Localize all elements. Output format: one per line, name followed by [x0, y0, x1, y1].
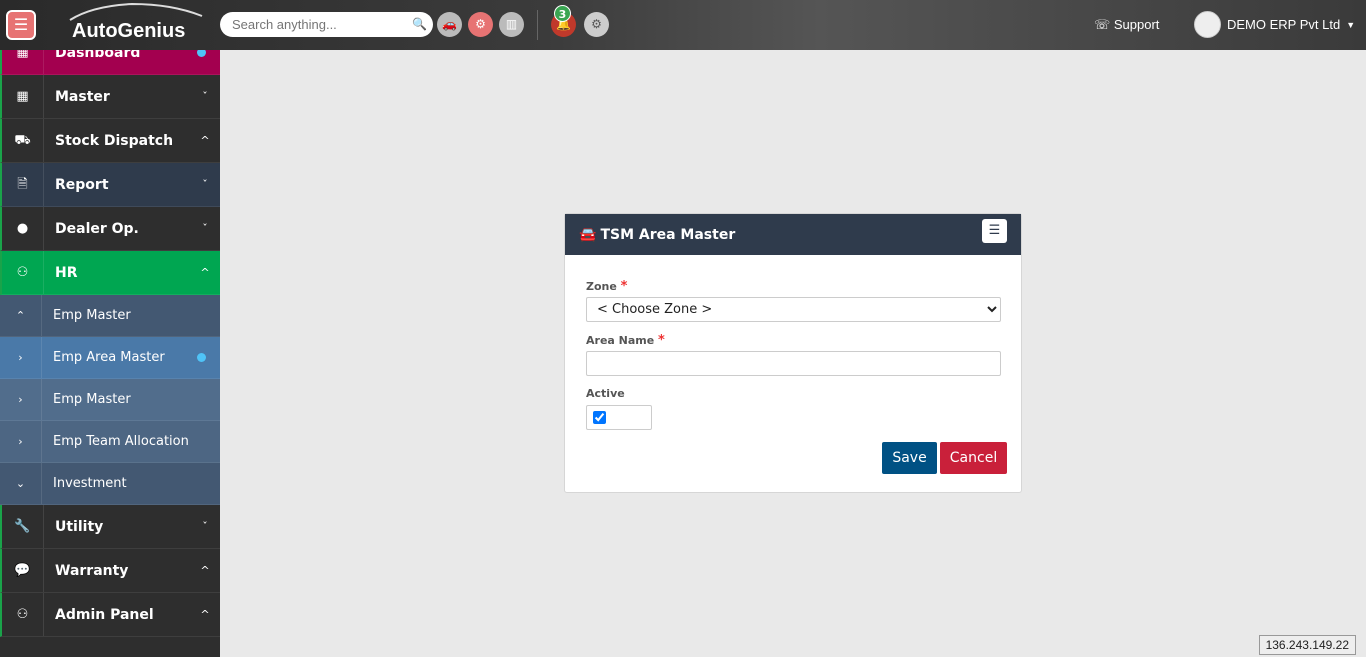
chevron-down-icon: ˇ	[202, 90, 208, 103]
sidebar-item-warranty[interactable]: 💬 Warranty ^	[0, 549, 220, 593]
user-name: DEMO ERP Pvt Ltd	[1227, 17, 1341, 32]
chevron-right-icon: ›	[0, 421, 42, 462]
chevron-up-icon: ⌃	[0, 295, 42, 336]
sidebar-item-label: Dealer Op.	[55, 220, 139, 237]
sidebar-item-label: Emp Master	[53, 308, 131, 323]
sidebar-item-emp-team-allocation[interactable]: › Emp Team Allocation	[0, 421, 220, 463]
search-input[interactable]	[220, 12, 433, 37]
support-link[interactable]: ☏ Support	[1094, 17, 1159, 33]
chevron-down-icon: ⌄	[0, 463, 42, 504]
sidebar-item-label: HR	[55, 264, 78, 281]
sidebar-item-investment[interactable]: ⌄ Investment	[0, 463, 220, 505]
users-icon: ⚇	[2, 251, 44, 294]
chart-icon[interactable]: ▥	[499, 12, 524, 37]
users-icon: ⚇	[2, 593, 44, 636]
sidebar-item-label: Investment	[53, 476, 127, 491]
sidebar-item-label: Master	[55, 88, 110, 105]
sidebar-item-dealer-op[interactable]: ● Dealer Op. ˇ	[0, 207, 220, 251]
chevron-up-icon: ^	[200, 266, 210, 279]
chevron-up-icon: ^	[200, 564, 210, 577]
grid-icon: ▦	[2, 75, 44, 118]
sidebar-item-label: Emp Master	[53, 392, 131, 407]
support-label: Support	[1113, 17, 1160, 32]
top-bar: ☰ AutoGenius 🔍 🚗 ⚙ ▥ 3 🔔 ⚙ ☏ Support DEM…	[0, 0, 1366, 50]
sidebar-item-hr[interactable]: ⚇ HR ^	[0, 251, 220, 295]
sidebar-item-utility[interactable]: 🔧 Utility ˇ	[0, 505, 220, 549]
user-icon: ●	[2, 207, 44, 250]
chevron-down-icon: ˇ	[202, 178, 208, 191]
cancel-button[interactable]: Cancel	[940, 442, 1007, 474]
sidebar-item-label: Report	[55, 176, 109, 193]
sidebar-item-emp-master[interactable]: › Emp Master	[0, 379, 220, 421]
sidebar-item-label: Utility	[55, 518, 104, 535]
sidebar-item-master[interactable]: ▦ Master ˇ	[0, 75, 220, 119]
active-dot	[197, 353, 206, 362]
search-icon: 🔍	[412, 17, 427, 31]
chevron-up-icon: ^	[200, 134, 210, 147]
logo: AutoGenius	[62, 2, 203, 42]
active-label: Active	[586, 387, 625, 400]
area-name-label: Area Name *	[586, 333, 665, 348]
sidebar-item-label: Emp Team Allocation	[53, 434, 189, 449]
avatar	[1194, 11, 1221, 38]
chevron-right-icon: ›	[0, 337, 42, 378]
logo-text: AutoGenius	[72, 20, 186, 42]
chevron-down-icon: ˇ	[202, 222, 208, 235]
sidebar-item-admin-panel[interactable]: ⚇ Admin Panel ^	[0, 593, 220, 637]
phone-icon: ☏	[1094, 17, 1114, 32]
wrench-icon: 🔧	[2, 505, 44, 548]
settings-icon[interactable]: ⚙	[584, 12, 609, 37]
card-title: TSM Area Master	[600, 226, 736, 243]
sidebar-item-label: Emp Area Master	[53, 350, 165, 365]
sidebar-item-report[interactable]: 🗎 Report ˇ	[0, 163, 220, 207]
tsm-area-master-card: 🚘 TSM Area Master ☰ Zone * < Choose Zone …	[564, 213, 1022, 493]
gears-icon[interactable]: ⚙	[468, 12, 493, 37]
zone-select[interactable]: < Choose Zone >	[586, 297, 1001, 322]
ip-address: 136.243.149.22	[1258, 635, 1356, 655]
active-checkbox[interactable]	[593, 411, 606, 424]
chevron-up-icon: ^	[200, 608, 210, 621]
sidebar-item-emp-area-master[interactable]: › Emp Area Master	[0, 337, 220, 379]
chevron-right-icon: ›	[0, 379, 42, 420]
notification-badge: 3	[554, 5, 571, 22]
sidebar-item-stock-dispatch[interactable]: ⛟ Stock Dispatch ^	[0, 119, 220, 163]
sidebar-item-label: Stock Dispatch	[55, 132, 174, 149]
car-icon: 🚘	[579, 226, 597, 243]
chat-icon: 💬	[2, 549, 44, 592]
truck-icon: ⛟	[2, 119, 44, 162]
sidebar-item-label: Admin Panel	[55, 606, 154, 623]
excel-file-icon: 🗎	[2, 163, 44, 206]
card-header: 🚘 TSM Area Master ☰	[565, 214, 1021, 255]
sidebar-item-label: Warranty	[55, 562, 129, 579]
save-button[interactable]: Save	[882, 442, 937, 474]
active-checkbox-wrap	[586, 405, 652, 430]
divider	[537, 10, 538, 40]
user-menu[interactable]: DEMO ERP Pvt Ltd ▼	[1194, 11, 1355, 38]
area-name-input[interactable]	[586, 351, 1001, 376]
sidebar: ▦ Dashboard ▦ Master ˇ ⛟ Stock Dispatch ^ 🗎 Repor…	[0, 31, 220, 657]
chevron-down-icon: ˇ	[202, 520, 208, 533]
car-icon[interactable]: 🚗	[437, 12, 462, 37]
list-view-button[interactable]: ☰	[982, 219, 1007, 243]
menu-toggle-button[interactable]: ☰	[6, 10, 36, 40]
zone-label: Zone *	[586, 279, 628, 294]
caret-down-icon: ▼	[1346, 19, 1356, 30]
sidebar-item-emp-master[interactable]: ⌃ Emp Master	[0, 295, 220, 337]
